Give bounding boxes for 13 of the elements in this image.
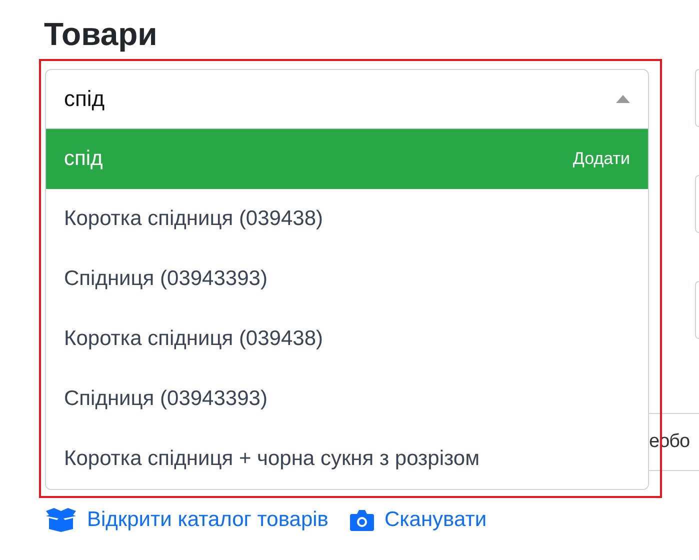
action-link[interactable]: Сканувати xyxy=(350,508,487,532)
input-field[interactable] xyxy=(695,175,699,233)
action-link[interactable]: Відкрити каталог товарів xyxy=(45,508,328,532)
box-icon xyxy=(45,508,77,532)
page-title: Товари xyxy=(43,15,158,54)
input-field[interactable] xyxy=(695,281,699,339)
product-combobox[interactable]: спід спід Додати Коротка спідниця (039438) Спідниця (03943393) Коротка спідниця (039438) Спідниця (03943393) Коротка спідниця + чорна сукня з розрізом xyxy=(45,69,649,490)
add-label: Додати xyxy=(572,149,630,169)
input-field[interactable] xyxy=(695,69,699,127)
search-field[interactable]: спід xyxy=(64,86,616,112)
caret-icon[interactable] xyxy=(616,95,630,103)
camera-icon xyxy=(350,509,374,531)
option-label: спід xyxy=(64,147,103,171)
